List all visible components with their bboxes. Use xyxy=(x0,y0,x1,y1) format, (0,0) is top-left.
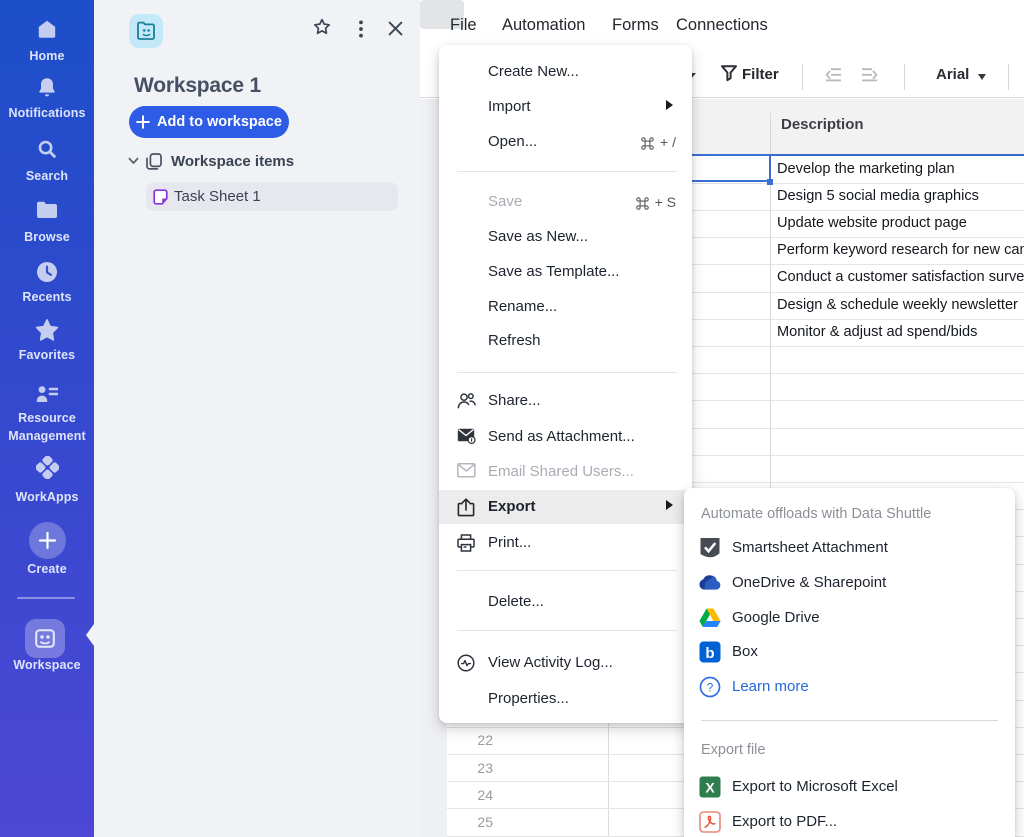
svg-text:b: b xyxy=(705,645,714,662)
svg-text:X: X xyxy=(705,780,715,796)
svg-text:?: ? xyxy=(707,680,714,694)
